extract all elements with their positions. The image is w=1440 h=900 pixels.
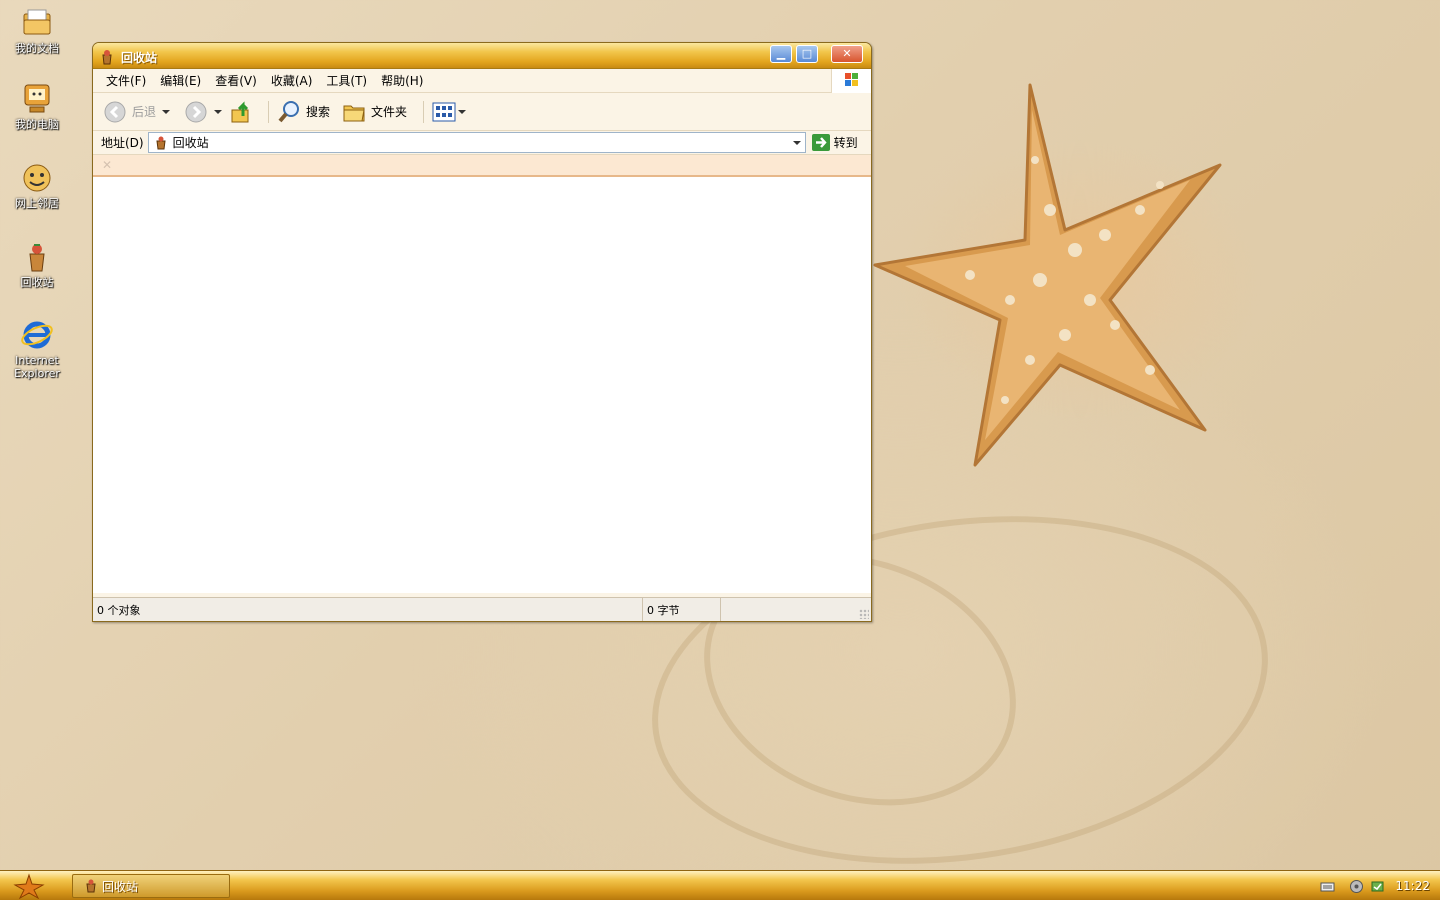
forward-arrow-icon bbox=[185, 101, 207, 122]
go-button[interactable]: 转到 bbox=[811, 134, 858, 151]
file-list-area[interactable] bbox=[93, 177, 871, 593]
info-bar: ✕ bbox=[93, 155, 871, 177]
desktop-icon-label: 我的电脑 bbox=[15, 118, 59, 131]
toolbar-separator bbox=[423, 100, 425, 123]
windows-logo bbox=[831, 69, 871, 93]
toolbar-separator bbox=[268, 100, 270, 123]
recycle-bin-icon bbox=[86, 879, 96, 893]
desktop-icon-label: 我的文档 bbox=[15, 42, 59, 55]
back-button[interactable]: 后退 bbox=[103, 100, 171, 124]
start-button[interactable] bbox=[10, 873, 48, 899]
starfish-image bbox=[873, 83, 1222, 467]
desktop-icon-my-documents[interactable]: 我的文档 bbox=[4, 6, 70, 55]
close-button[interactable]: ✕ bbox=[831, 45, 863, 63]
address-bar: 地址(D) 回收站 转到 bbox=[93, 131, 871, 155]
address-input[interactable]: 回收站 bbox=[147, 132, 806, 153]
resize-grip[interactable] bbox=[859, 609, 869, 619]
chevron-down-icon bbox=[792, 140, 801, 145]
desktop-icon-label: 网上邻居 bbox=[15, 197, 59, 210]
taskbar-item-recycle-bin[interactable]: 回收站 bbox=[72, 874, 230, 898]
starfish-start-icon bbox=[13, 873, 45, 899]
menu-view[interactable]: 查看(V) bbox=[208, 72, 264, 89]
desktop-icon-network[interactable]: 网上邻居 bbox=[4, 161, 70, 210]
up-folder-button[interactable] bbox=[230, 100, 252, 124]
desktop-icon-internet-explorer[interactable]: Internet Explorer bbox=[4, 318, 70, 380]
internet-explorer-icon bbox=[21, 321, 53, 349]
address-dropdown[interactable] bbox=[789, 133, 805, 152]
recycle-bin-icon bbox=[29, 244, 45, 272]
windows-flag-icon bbox=[845, 73, 858, 86]
folder-documents-icon bbox=[23, 9, 51, 35]
network-icon bbox=[23, 164, 51, 192]
clock[interactable]: 11:22 bbox=[1395, 879, 1430, 893]
minimize-button[interactable]: ▁ bbox=[770, 45, 792, 63]
maximize-button[interactable]: □ bbox=[796, 45, 818, 63]
up-folder-icon bbox=[231, 100, 249, 122]
status-object-count: 0 个对象 bbox=[93, 598, 643, 621]
window-title: 回收站 bbox=[121, 51, 158, 65]
status-bar: 0 个对象 0 字节 bbox=[93, 597, 871, 621]
views-button[interactable] bbox=[432, 102, 467, 122]
menu-tools[interactable]: 工具(T) bbox=[319, 72, 374, 89]
recycle-bin-window: 回收站 ▁ □ ✕ 文件(F) 编辑(E) 查看(V) 收藏(A) 工具(T) … bbox=[92, 42, 872, 622]
folders-button[interactable]: 文件夹 bbox=[342, 101, 407, 123]
folder-icon bbox=[343, 105, 365, 121]
network-status-icon[interactable] bbox=[1370, 879, 1385, 894]
menu-file[interactable]: 文件(F) bbox=[99, 72, 153, 89]
close-icon[interactable]: ✕ bbox=[102, 158, 112, 172]
menu-favorites[interactable]: 收藏(A) bbox=[264, 72, 320, 89]
menu-edit[interactable]: 编辑(E) bbox=[153, 72, 208, 89]
system-tray: 11:22 bbox=[1314, 871, 1440, 900]
keyboard-icon[interactable] bbox=[1320, 879, 1335, 894]
desktop-icon-label: Internet Explorer bbox=[14, 354, 60, 380]
menu-help[interactable]: 帮助(H) bbox=[374, 72, 430, 89]
search-button[interactable]: 搜索 bbox=[277, 100, 330, 124]
chevron-down-icon[interactable] bbox=[214, 109, 223, 114]
address-value: 回收站 bbox=[172, 136, 209, 150]
window-titlebar[interactable]: 回收站 ▁ □ ✕ bbox=[93, 43, 871, 69]
recycle-bin-icon bbox=[156, 136, 166, 149]
desktop-icon-my-computer[interactable]: 我的电脑 bbox=[4, 82, 70, 131]
search-icon bbox=[278, 100, 300, 122]
address-label: 地址(D) bbox=[101, 136, 144, 150]
forward-button[interactable] bbox=[184, 100, 223, 124]
menu-bar: 文件(F) 编辑(E) 查看(V) 收藏(A) 工具(T) 帮助(H) bbox=[93, 69, 871, 93]
desktop-icon-label: 回收站 bbox=[20, 276, 54, 289]
status-size: 0 字节 bbox=[643, 598, 721, 621]
chevron-down-icon[interactable] bbox=[162, 109, 171, 114]
volume-icon[interactable] bbox=[1349, 879, 1364, 894]
view-grid-icon bbox=[432, 102, 456, 121]
chevron-down-icon[interactable] bbox=[458, 109, 467, 114]
desktop-icon-recycle-bin[interactable]: 回收站 bbox=[4, 240, 70, 289]
recycle-bin-icon bbox=[102, 50, 112, 65]
taskbar: 回收站 11:22 bbox=[0, 870, 1440, 900]
back-arrow-icon bbox=[104, 101, 126, 122]
status-zone bbox=[721, 598, 871, 621]
go-arrow-icon bbox=[811, 134, 830, 151]
standard-toolbar: 后退 搜索 文件夹 bbox=[93, 93, 871, 131]
computer-icon bbox=[24, 84, 50, 113]
